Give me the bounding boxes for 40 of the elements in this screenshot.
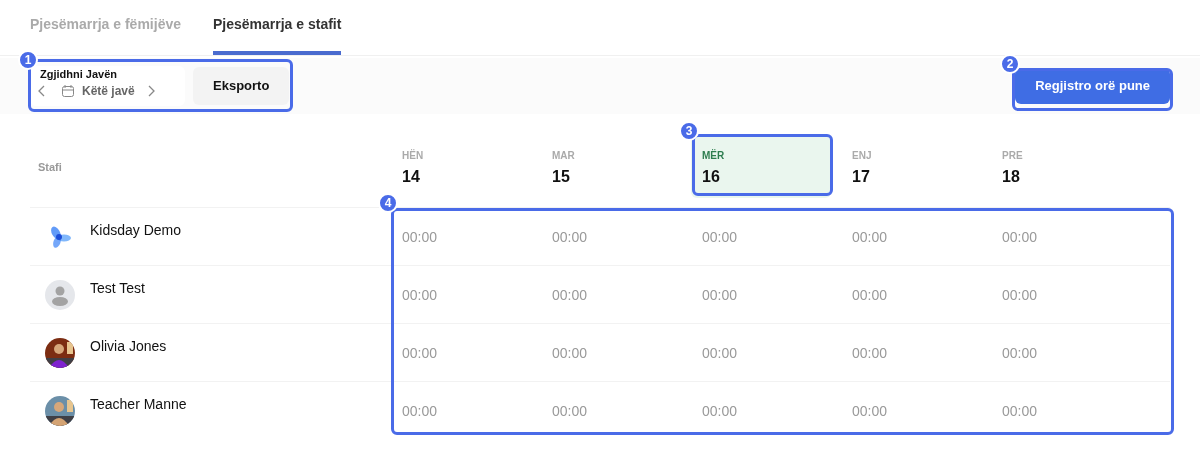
- column-header: Stafi: [38, 159, 62, 175]
- hours-cell[interactable]: 00:00: [702, 344, 738, 361]
- hours-cell[interactable]: 00:00: [702, 228, 738, 245]
- hours-cell[interactable]: 00:00: [852, 402, 888, 419]
- hours-cell[interactable]: 00:00: [1002, 344, 1038, 361]
- hours-cell[interactable]: 00:00: [852, 286, 888, 303]
- hours-cell[interactable]: 00:00: [1002, 286, 1038, 303]
- hours-cell[interactable]: 00:00: [402, 344, 438, 361]
- hours-cell[interactable]: 00:00: [552, 286, 588, 303]
- staff-name: Teacher Manne: [90, 395, 187, 414]
- day-header[interactable]: MËR 16: [691, 136, 831, 198]
- hours-cell[interactable]: 00:00: [402, 228, 438, 245]
- callout-badge: 2: [1000, 54, 1020, 74]
- staff-name: Kidsday Demo: [90, 221, 182, 240]
- hours-cell[interactable]: 00:00: [552, 402, 588, 419]
- hours-cell[interactable]: 00:00: [702, 402, 738, 419]
- chevron-left-icon[interactable]: [38, 85, 46, 97]
- hours-cell[interactable]: 00:00: [552, 228, 588, 245]
- hours-cell[interactable]: 00:00: [402, 286, 438, 303]
- callout-badge: 3: [679, 121, 699, 141]
- user-placeholder-icon: [45, 279, 75, 310]
- week-value[interactable]: Këtë javë: [82, 82, 135, 100]
- week-picker-label: Zgjidhni Javën: [40, 67, 117, 82]
- hours-cell[interactable]: 00:00: [402, 402, 438, 419]
- calendar-icon: [62, 85, 74, 97]
- chevron-right-icon[interactable]: [146, 85, 155, 97]
- hours-cell[interactable]: 00:00: [702, 286, 738, 303]
- hours-cell[interactable]: 00:00: [1002, 228, 1038, 245]
- hours-cell[interactable]: 00:00: [852, 344, 888, 361]
- staff-name: Test Test: [90, 279, 145, 298]
- callout-badge: 4: [378, 193, 398, 213]
- hours-cell[interactable]: 00:00: [852, 228, 888, 245]
- day-header[interactable]: PRE 18: [991, 136, 1131, 198]
- day-header[interactable]: MAR 15: [541, 136, 681, 198]
- day-header[interactable]: ENJ 17: [841, 136, 981, 198]
- export-button[interactable]: Eksporto: [193, 67, 290, 105]
- staff-name: Olivia Jones: [90, 337, 167, 356]
- hours-cell[interactable]: 00:00: [1002, 402, 1038, 419]
- callout-badge: 1: [18, 50, 38, 70]
- hours-cell[interactable]: 00:00: [552, 344, 588, 361]
